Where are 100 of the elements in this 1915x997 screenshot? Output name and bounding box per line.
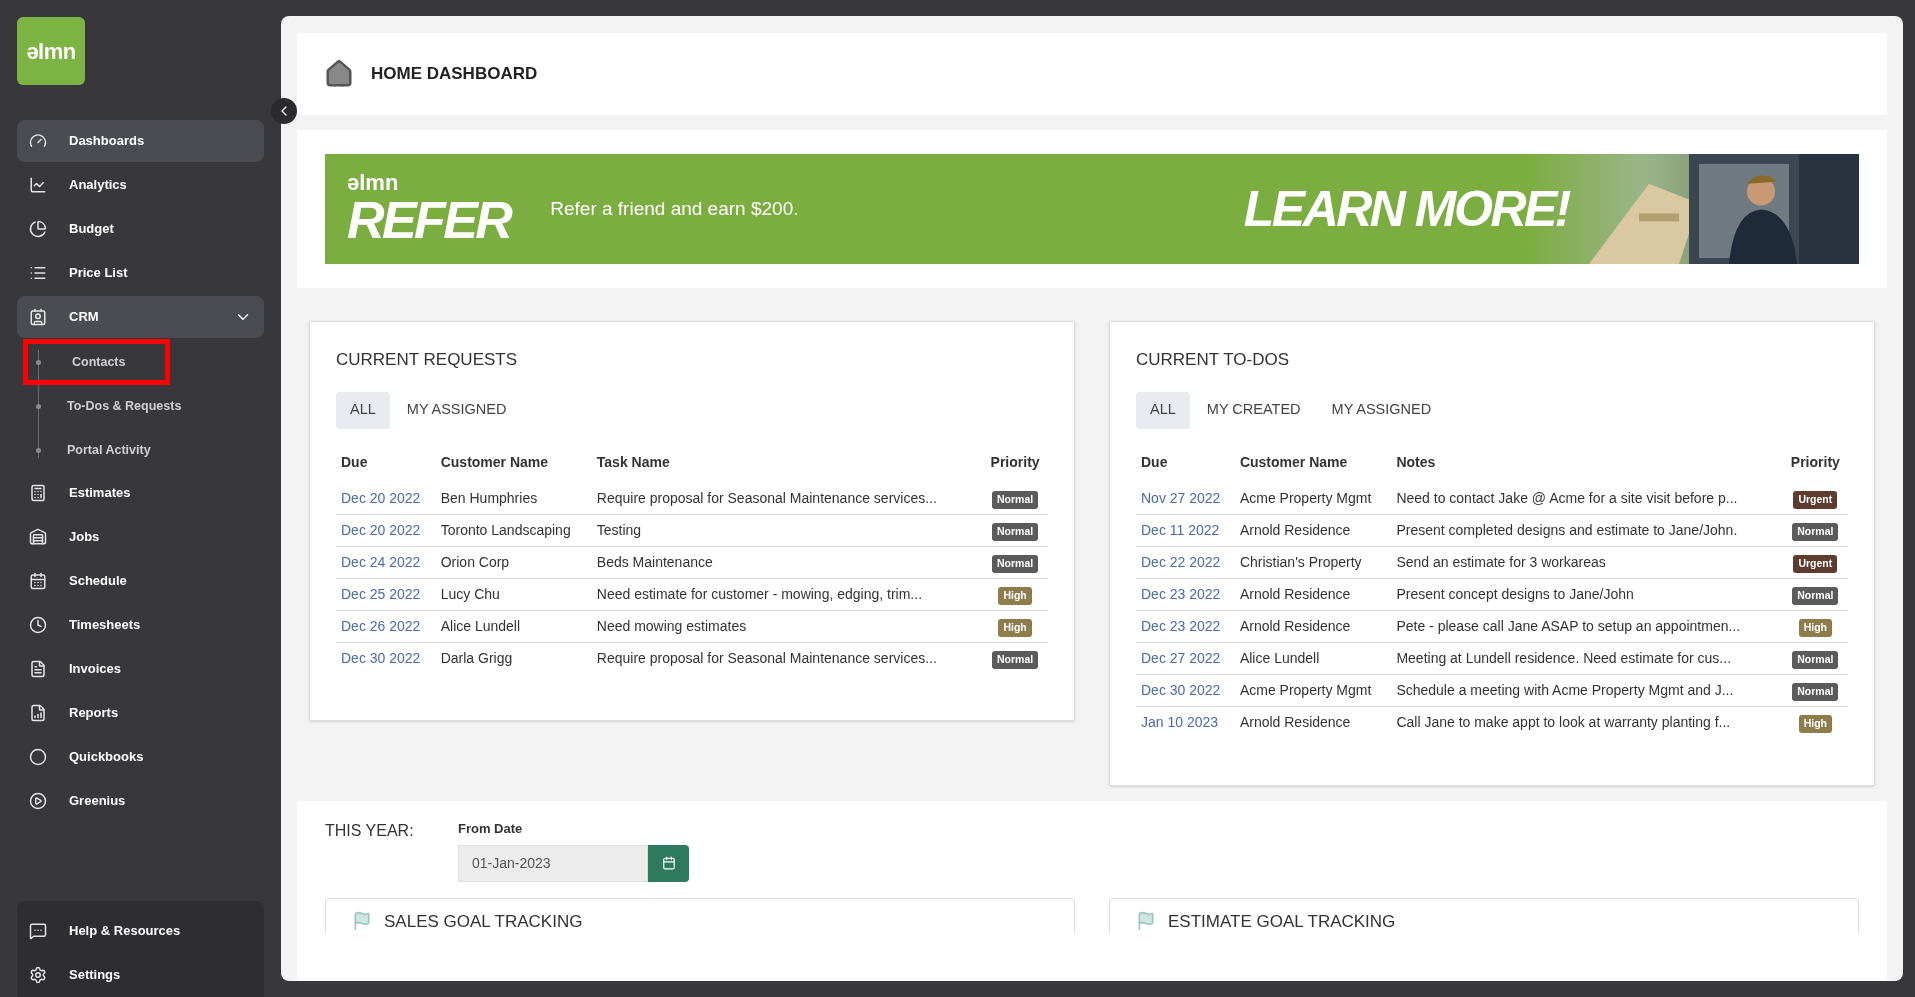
table-cell: Send an estimate for 3 workareas (1391, 546, 1783, 579)
contact-card-icon (29, 308, 47, 326)
filter-tab[interactable]: ALL (1136, 391, 1190, 429)
calculator-icon (29, 484, 47, 502)
due-date-link[interactable]: Dec 27 2022 (1141, 650, 1221, 666)
column-header: Task Name (595, 453, 671, 472)
calendar-icon (661, 856, 676, 870)
due-date-link[interactable]: Dec 20 2022 (341, 489, 421, 506)
sidebar-item[interactable]: Estimates (17, 472, 264, 514)
priority-badge: High (1798, 619, 1832, 637)
column-header: Priority (1789, 453, 1841, 472)
sidebar-item[interactable]: Price List (17, 252, 264, 294)
table-cell: Arnold Residence (1234, 610, 1392, 643)
banner-brand: ǝlmn (347, 172, 400, 194)
filter-tab[interactable]: ALL (336, 391, 390, 429)
invoice-icon (29, 660, 47, 678)
priority-badge: Normal (1792, 587, 1839, 605)
due-date-link[interactable]: Dec 11 2022 (1141, 522, 1220, 538)
due-date-link[interactable]: Dec 25 2022 (341, 586, 421, 602)
sidebar-subitem[interactable]: Portal Activity (23, 431, 191, 469)
sidebar-item[interactable]: Help & Resources (17, 909, 264, 953)
calendar-button[interactable] (648, 844, 689, 882)
due-date-link[interactable]: Dec 23 2022 (1141, 586, 1221, 602)
clock-icon (29, 616, 47, 634)
table-cell: Christian's Property (1234, 546, 1392, 579)
table-cell: Alice Lundell (1234, 642, 1392, 675)
line-chart-icon (29, 176, 47, 194)
due-date-link[interactable]: Jan 10 2023 (1141, 714, 1219, 731)
due-date-link[interactable]: Dec 23 2022 (1141, 618, 1221, 634)
sidebar-item[interactable]: Greenius (17, 780, 264, 822)
flag-icon (352, 911, 372, 932)
table-cell: Need to contact Jake @ Acme for a site visit before p... (1391, 482, 1783, 515)
filter-tab[interactable]: MY CREATED (1192, 391, 1315, 429)
banner-cta: LEARN MORE! (1243, 179, 1569, 239)
priority-badge: Urgent (1793, 490, 1838, 509)
collapse-button[interactable] (271, 98, 297, 124)
report-icon (29, 704, 47, 722)
due-date-link[interactable]: Dec 20 2022 (341, 522, 421, 538)
table-cell: Arnold Residence (1234, 514, 1392, 547)
table-cell: Arnold Residence (1234, 578, 1392, 611)
sidebar-item[interactable]: Timesheets (17, 604, 264, 646)
due-date-link[interactable]: Dec 22 2022 (1141, 554, 1221, 570)
table-cell: Need estimate for customer - mowing, edging, trim... (591, 578, 983, 611)
table-cell: Acme Property Mgmt (1234, 482, 1392, 515)
section-label: THIS YEAR: (325, 821, 415, 841)
table-cell: Call Jane to make appt to look at warranty planting f... (1391, 706, 1783, 739)
card-title: CURRENT TO-DOS (1136, 349, 1291, 371)
table-cell: Darla Grigg (435, 642, 592, 675)
table-cell: Present completed designs and estimate to Jane/John. (1391, 514, 1783, 547)
filter-tab[interactable]: MY ASSIGNED (392, 391, 521, 429)
priority-badge: Normal (992, 651, 1039, 669)
table-cell: Beds Maintenance (591, 546, 983, 579)
priority-badge: Normal (992, 523, 1039, 541)
date-field[interactable]: 01-Jan-2023 (458, 844, 648, 882)
due-date-link[interactable]: Dec 30 2022 (341, 650, 421, 667)
table-cell: Pete - please call Jane ASAP to setup an appointmen... (1391, 610, 1783, 643)
table-cell: Ben Humphries (435, 482, 592, 515)
sidebar-item[interactable]: Invoices (17, 648, 264, 690)
calendar-icon (29, 572, 47, 590)
table-cell: Arnold Residence (1234, 706, 1392, 739)
banner-title: REFER (347, 194, 511, 246)
table-cell: Meeting at Lundell residence. Need estimate for cus... (1391, 642, 1783, 675)
sidebar-item[interactable]: Jobs (17, 516, 264, 558)
table-cell: Require proposal for Seasonal Maintenance services... (591, 642, 983, 675)
column-header: Priority (989, 453, 1041, 472)
column-header: Due (340, 453, 369, 472)
priority-badge: High (1798, 715, 1832, 733)
table-cell: Alice Lundell (435, 610, 592, 643)
sidebar-subitem[interactable]: To-Dos & Requests (23, 387, 222, 425)
card-title: ESTIMATE GOAL TRACKING (1168, 910, 1396, 933)
table-cell: Present concept designs to Jane/John (1391, 578, 1783, 611)
pie-chart-icon (29, 220, 47, 238)
sidebar-item[interactable]: Schedule (17, 560, 264, 602)
due-date-link[interactable]: Dec 24 2022 (341, 554, 421, 570)
priority-badge: Normal (1792, 683, 1839, 701)
sidebar-item[interactable]: Dashboards (17, 120, 264, 162)
priority-badge: Normal (992, 555, 1039, 573)
priority-badge: Normal (1792, 523, 1839, 541)
page-title: HOME DASHBOARD (371, 63, 538, 86)
filter-tab[interactable]: MY ASSIGNED (1317, 391, 1446, 429)
sidebar-item[interactable]: Budget (17, 208, 264, 250)
due-date-link[interactable]: Dec 30 2022 (1141, 682, 1221, 698)
priority-badge: Urgent (1793, 555, 1838, 573)
priority-badge: High (998, 587, 1032, 605)
sidebar-item[interactable]: Quickbooks (17, 736, 264, 778)
column-header: Customer Name (439, 453, 550, 472)
sidebar-subitem[interactable]: Contacts (23, 338, 171, 386)
table-cell: Testing (591, 514, 983, 547)
table-cell: Require proposal for Seasonal Maintenance services... (591, 482, 983, 515)
sidebar-item[interactable]: Reports (17, 692, 264, 734)
flag-icon (1136, 911, 1156, 932)
sidebar-item[interactable]: CRM (17, 296, 264, 338)
sidebar-item[interactable]: Settings (17, 953, 264, 997)
garage-icon (29, 528, 47, 546)
table-cell: Orion Corp (435, 546, 592, 579)
due-date-link[interactable]: Dec 26 2022 (341, 618, 421, 634)
table-cell: Acme Property Mgmt (1234, 674, 1392, 707)
card-title: SALES GOAL TRACKING (384, 910, 583, 933)
due-date-link[interactable]: Nov 27 2022 (1141, 489, 1221, 506)
sidebar-item[interactable]: Analytics (17, 164, 264, 206)
